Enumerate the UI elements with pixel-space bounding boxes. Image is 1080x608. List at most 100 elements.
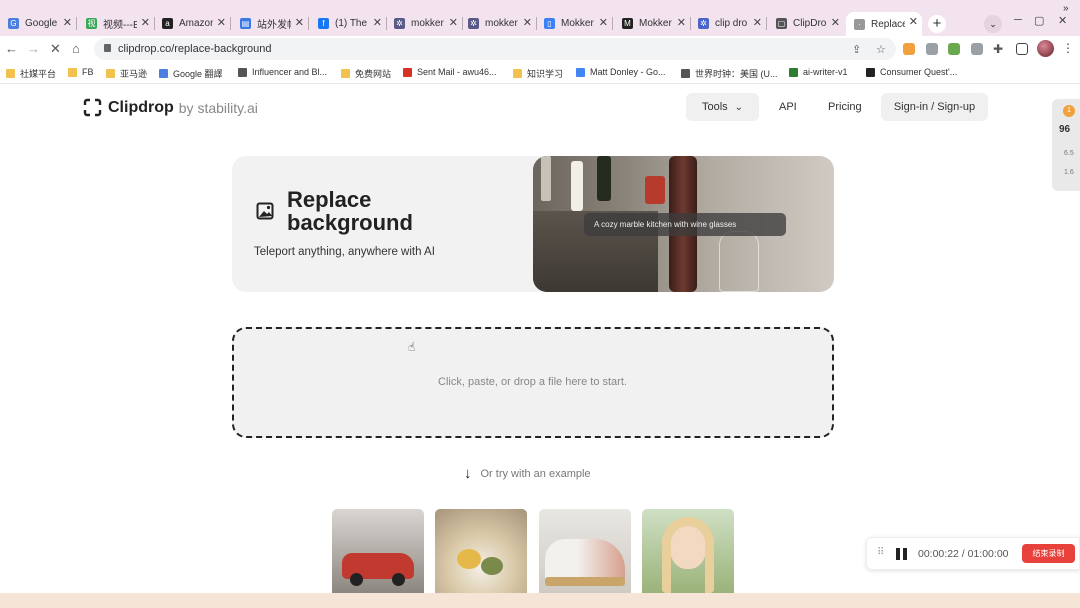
bookmark-item[interactable]: FB (68, 67, 94, 77)
api-link[interactable]: API (779, 101, 797, 113)
page-subtitle: Teleport anything, anywhere with AI (254, 246, 435, 258)
tab-search-button[interactable]: ⌄ (984, 15, 1002, 33)
browser-tab[interactable]: a Amazon ✕ (154, 13, 231, 34)
browser-tab[interactable]: ✲ clip dro ✕ (690, 13, 767, 34)
tab-favicon-icon: f (318, 18, 329, 29)
bookmark-item[interactable]: Sent Mail - awu46... (403, 67, 497, 77)
widget-value: 1.6 (1064, 169, 1074, 176)
file-dropzone[interactable]: Click, paste, or drop a file here to sta… (232, 327, 834, 438)
bookmark-item[interactable]: Google 翻譯 (159, 67, 223, 80)
tab-title: clip dro (715, 18, 748, 29)
side-panel-icon[interactable] (1016, 43, 1028, 55)
bookmark-item[interactable]: Consumer Quest'... (866, 67, 957, 77)
browser-tab[interactable]: ▯ Mokker ✕ (536, 13, 613, 34)
close-window-button[interactable]: ✕ (1058, 14, 1067, 27)
browser-tab[interactable]: f (1) The ✕ (310, 13, 387, 34)
bookmark-item[interactable]: ai-writer-v1 (789, 67, 848, 77)
close-tab-icon[interactable]: ✕ (677, 16, 686, 29)
pricing-link[interactable]: Pricing (828, 101, 862, 113)
signin-button[interactable]: Sign-in / Sign-up (881, 93, 988, 121)
example-sneaker[interactable] (539, 509, 631, 593)
stop-loading-button[interactable]: ✕ (50, 41, 61, 57)
bookmarks-bar: 社媒平台 FB 亚马逊 Google 翻譯 Influencer and Bl... 免费… (0, 62, 1080, 84)
widget-value: 6.5 (1064, 150, 1074, 157)
pause-icon[interactable] (896, 548, 907, 560)
tab-separator (766, 17, 767, 30)
close-tab-icon[interactable]: ✕ (449, 16, 458, 29)
close-tab-icon[interactable]: ✕ (141, 16, 150, 29)
close-tab-icon[interactable]: ✕ (523, 16, 532, 29)
back-button[interactable]: ← (5, 41, 18, 57)
share-icon[interactable]: ⇪ (852, 43, 861, 56)
bookmark-icon (403, 67, 412, 77)
arrow-down-icon: ↓ (464, 465, 472, 482)
bookmark-icon (789, 67, 798, 77)
bookmark-item[interactable]: 亚马逊 (106, 67, 147, 80)
close-tab-icon[interactable]: ✕ (831, 16, 840, 29)
extension-icon[interactable] (948, 43, 960, 55)
browser-tab[interactable]: ▢ ClipDro ✕ (768, 13, 844, 34)
bookmark-item[interactable]: 社媒平台 (6, 67, 56, 80)
tab-favicon-icon: M (622, 18, 633, 29)
extension-icon[interactable] (971, 43, 983, 55)
bookmark-label: 知识学习 (527, 69, 564, 79)
tab-strip: G Google ✕ 视视频---EI ✕ a Amazon ✕ ▤ 站外发帖 ✕ f (1) The ✕… (0, 0, 1080, 36)
tab-favicon-icon: G (8, 18, 19, 29)
forward-button[interactable]: → (27, 41, 40, 57)
screenshot-icon[interactable] (926, 43, 938, 55)
tool-hero-card: Replace background Teleport anything, an… (232, 156, 834, 292)
bookmark-icon (238, 67, 247, 77)
more-bookmarks-button[interactable]: » (1063, 3, 1069, 14)
tools-label: Tools (701, 101, 728, 113)
browser-tab[interactable]: 视视频---EI ✕ (78, 13, 155, 34)
maximize-button[interactable]: ▢ (1034, 14, 1044, 27)
example-portrait[interactable] (642, 509, 734, 593)
browser-tab[interactable]: ▤ 站外发帖 ✕ (232, 13, 309, 34)
widget-score: 96 (1059, 124, 1071, 135)
page-title: Replace background (287, 187, 413, 235)
example-food[interactable] (435, 509, 527, 593)
bookmark-item[interactable]: 免费网站 (341, 67, 391, 80)
browser-tab[interactable]: G Google ✕ (0, 13, 77, 34)
bookmark-icon (341, 69, 350, 78)
bookmark-label: 亚马逊 (120, 69, 148, 79)
close-tab-icon[interactable]: ✕ (753, 16, 762, 29)
tab-title: Replace (871, 18, 905, 30)
extension-icon[interactable] (903, 43, 915, 55)
close-tab-icon[interactable]: ✕ (373, 16, 382, 29)
tab-favicon-icon: ✲ (468, 18, 479, 29)
close-tab-icon[interactable]: ✕ (599, 16, 608, 29)
bookmark-label: Consumer Quest'... (880, 67, 958, 77)
bookmark-item[interactable]: Influencer and Bl... (238, 67, 327, 77)
browser-tab[interactable]: ✲ mokker ✕ (460, 13, 537, 34)
clipdrop-logo[interactable]: Clipdrop by stability.ai (83, 98, 258, 117)
taskbar-strip (0, 593, 1080, 608)
tab-title: mokker (485, 18, 518, 29)
home-button[interactable]: ⌂ (72, 41, 80, 57)
new-tab-button[interactable]: + (928, 15, 946, 33)
side-widget[interactable]: 1 96 6.5 1.6 (1052, 99, 1080, 191)
minimize-button[interactable]: ─ (1014, 14, 1022, 26)
close-tab-icon[interactable]: ✕ (909, 15, 918, 28)
example-car[interactable] (332, 509, 424, 593)
tab-title: mokker (411, 18, 444, 29)
browser-tab[interactable]: ✲ mokker ✕ (386, 13, 463, 34)
address-bar[interactable]: clipdrop.co/replace-background ⇪ ☆ (94, 38, 896, 60)
bookmark-label: 免费网站 (355, 69, 392, 79)
close-tab-icon[interactable]: ✕ (295, 16, 304, 29)
profile-avatar[interactable] (1037, 40, 1054, 57)
bookmark-item[interactable]: 世界时钟：美国 (U... (681, 67, 778, 80)
bookmark-item[interactable]: 知识学习 (513, 67, 563, 80)
tools-menu-button[interactable]: Tools ⌄ (686, 93, 759, 121)
menu-icon[interactable]: ⋮ (1062, 41, 1074, 55)
close-tab-icon[interactable]: ✕ (217, 16, 226, 29)
bookmark-icon (513, 69, 522, 78)
close-tab-icon[interactable]: ✕ (63, 16, 72, 29)
drag-handle-icon[interactable]: ⠿ (877, 547, 884, 558)
puzzle-icon[interactable]: ✚ (993, 42, 1003, 56)
bookmark-item[interactable]: Matt Donley - Go... (576, 67, 666, 77)
browser-tab[interactable]: M Mokker ✕ (614, 13, 691, 34)
stop-recording-button[interactable]: 结束录制 (1022, 544, 1075, 563)
browser-tab[interactable]: · Replace ✕ (846, 12, 922, 36)
bookmark-star-icon[interactable]: ☆ (876, 43, 886, 56)
